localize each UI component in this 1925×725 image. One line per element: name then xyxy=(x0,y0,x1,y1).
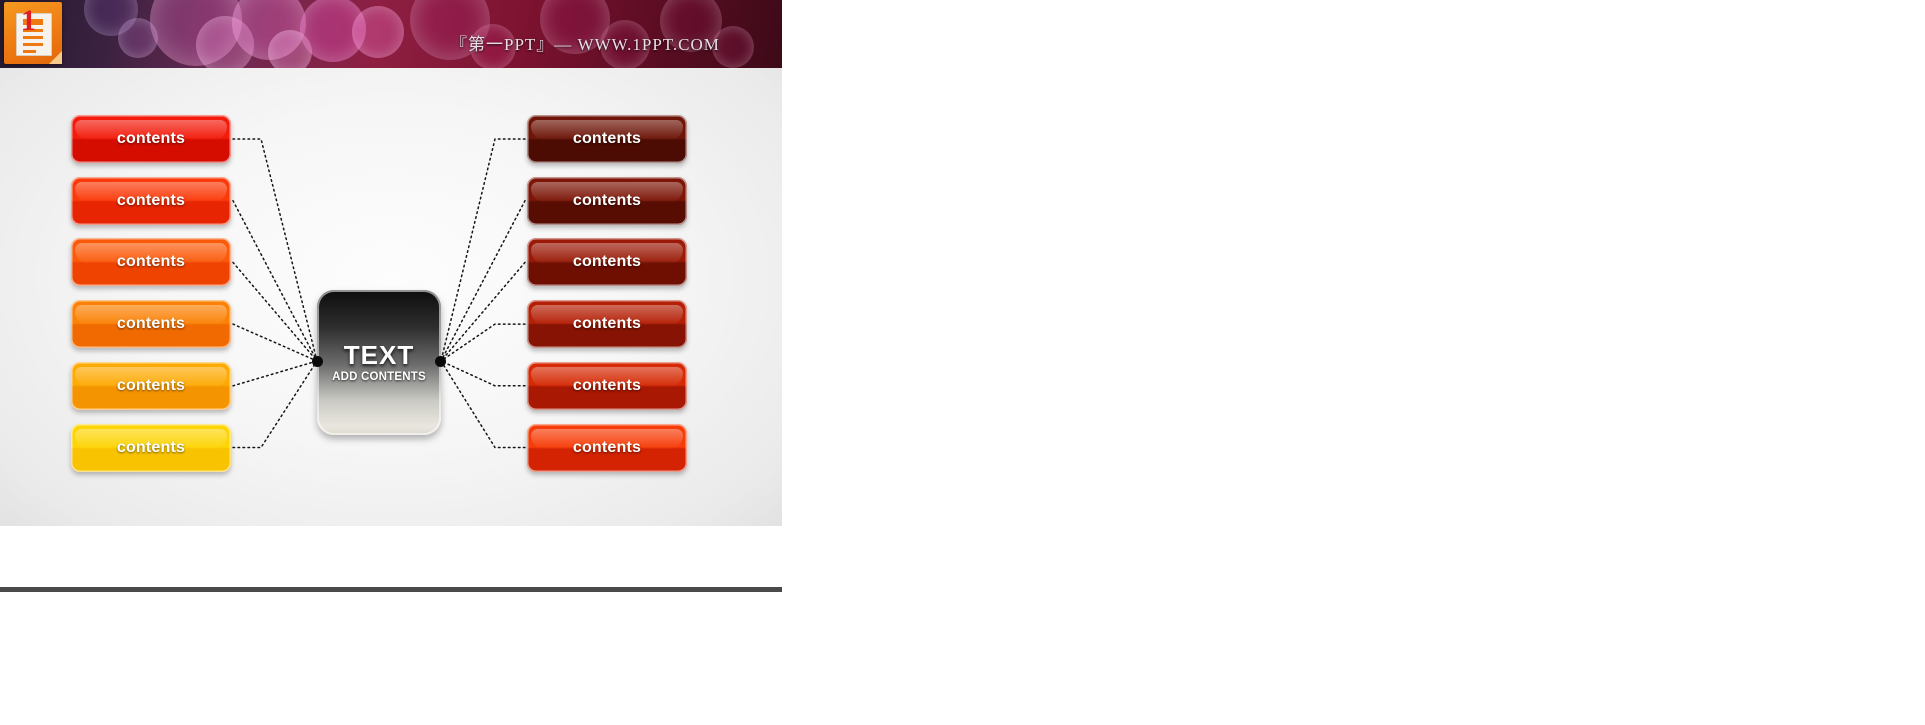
node-label: contents xyxy=(116,376,186,394)
connector-left-2 xyxy=(232,199,318,362)
bokeh-circle xyxy=(150,0,242,66)
bokeh-circle xyxy=(84,0,138,36)
connector-right-4 xyxy=(440,323,526,362)
connector-right-2 xyxy=(440,199,526,362)
node-label: contents xyxy=(116,191,186,209)
center-text-box[interactable]: TEXT ADD CONTENTS xyxy=(317,290,441,435)
logo-line xyxy=(23,43,43,46)
node-label: contents xyxy=(572,191,642,209)
connector-left-4 xyxy=(232,323,318,362)
slide-body: contents contents contents contents contents… xyxy=(0,68,782,526)
node-left-5[interactable]: contents xyxy=(71,361,231,410)
connector-right-5 xyxy=(440,360,526,387)
node-right-6[interactable]: contents xyxy=(527,423,687,472)
bokeh-circle xyxy=(300,0,366,62)
ppt-logo-icon: 1 xyxy=(4,2,62,64)
node-label: contents xyxy=(116,130,186,147)
bokeh-circle xyxy=(232,0,306,60)
node-label: contents xyxy=(116,253,186,271)
node-label: contents xyxy=(572,376,642,394)
node-label: contents xyxy=(116,315,186,333)
bokeh-circle xyxy=(118,18,158,58)
node-left-1[interactable]: contents xyxy=(71,115,231,163)
node-right-5[interactable]: contents xyxy=(527,361,687,410)
bokeh-circle xyxy=(196,16,254,68)
node-left-2[interactable]: contents xyxy=(71,176,231,225)
header-title: 『第一PPT』— WWW.1PPT.COM xyxy=(450,35,720,54)
node-label: contents xyxy=(572,253,642,271)
screenshot-root: 1 『第一PPT』— WWW.1PPT.COM contents contents… xyxy=(0,0,1925,725)
connector-right-3 xyxy=(440,261,526,362)
connector-left-3 xyxy=(232,261,318,362)
slide-header-banner: 1 『第一PPT』— WWW.1PPT.COM xyxy=(0,0,782,68)
right-hub-dot xyxy=(435,356,446,367)
connector-right-6 xyxy=(440,360,526,449)
bokeh-circle xyxy=(352,6,404,58)
node-right-4[interactable]: contents xyxy=(527,300,687,349)
node-left-6[interactable]: contents xyxy=(71,423,231,472)
presentation-slide: 1 『第一PPT』— WWW.1PPT.COM contents contents… xyxy=(0,0,782,592)
left-hub-dot xyxy=(312,356,323,367)
slide-bottom-edge xyxy=(0,587,782,592)
node-label: contents xyxy=(116,438,186,456)
connector-left-6 xyxy=(232,360,318,449)
connector-right-1 xyxy=(440,138,526,362)
connector-left-5 xyxy=(232,360,318,387)
node-right-3[interactable]: contents xyxy=(527,238,687,287)
node-right-1[interactable]: contents xyxy=(527,115,687,163)
node-left-3[interactable]: contents xyxy=(71,238,231,287)
bokeh-circle xyxy=(268,30,312,68)
logo-digit: 1 xyxy=(21,4,36,37)
logo-line xyxy=(23,50,36,53)
connector-left-1 xyxy=(232,138,318,362)
center-title: TEXT xyxy=(343,340,415,370)
node-right-2[interactable]: contents xyxy=(527,176,687,225)
slide-footer: 第一PPT HTTP://WWW.1PPT.COM xyxy=(0,526,782,592)
node-left-4[interactable]: contents xyxy=(71,300,231,349)
node-label: contents xyxy=(572,438,642,456)
node-label: contents xyxy=(572,130,642,147)
node-label: contents xyxy=(572,315,642,333)
center-subtitle: ADD CONTENTS xyxy=(332,371,426,383)
